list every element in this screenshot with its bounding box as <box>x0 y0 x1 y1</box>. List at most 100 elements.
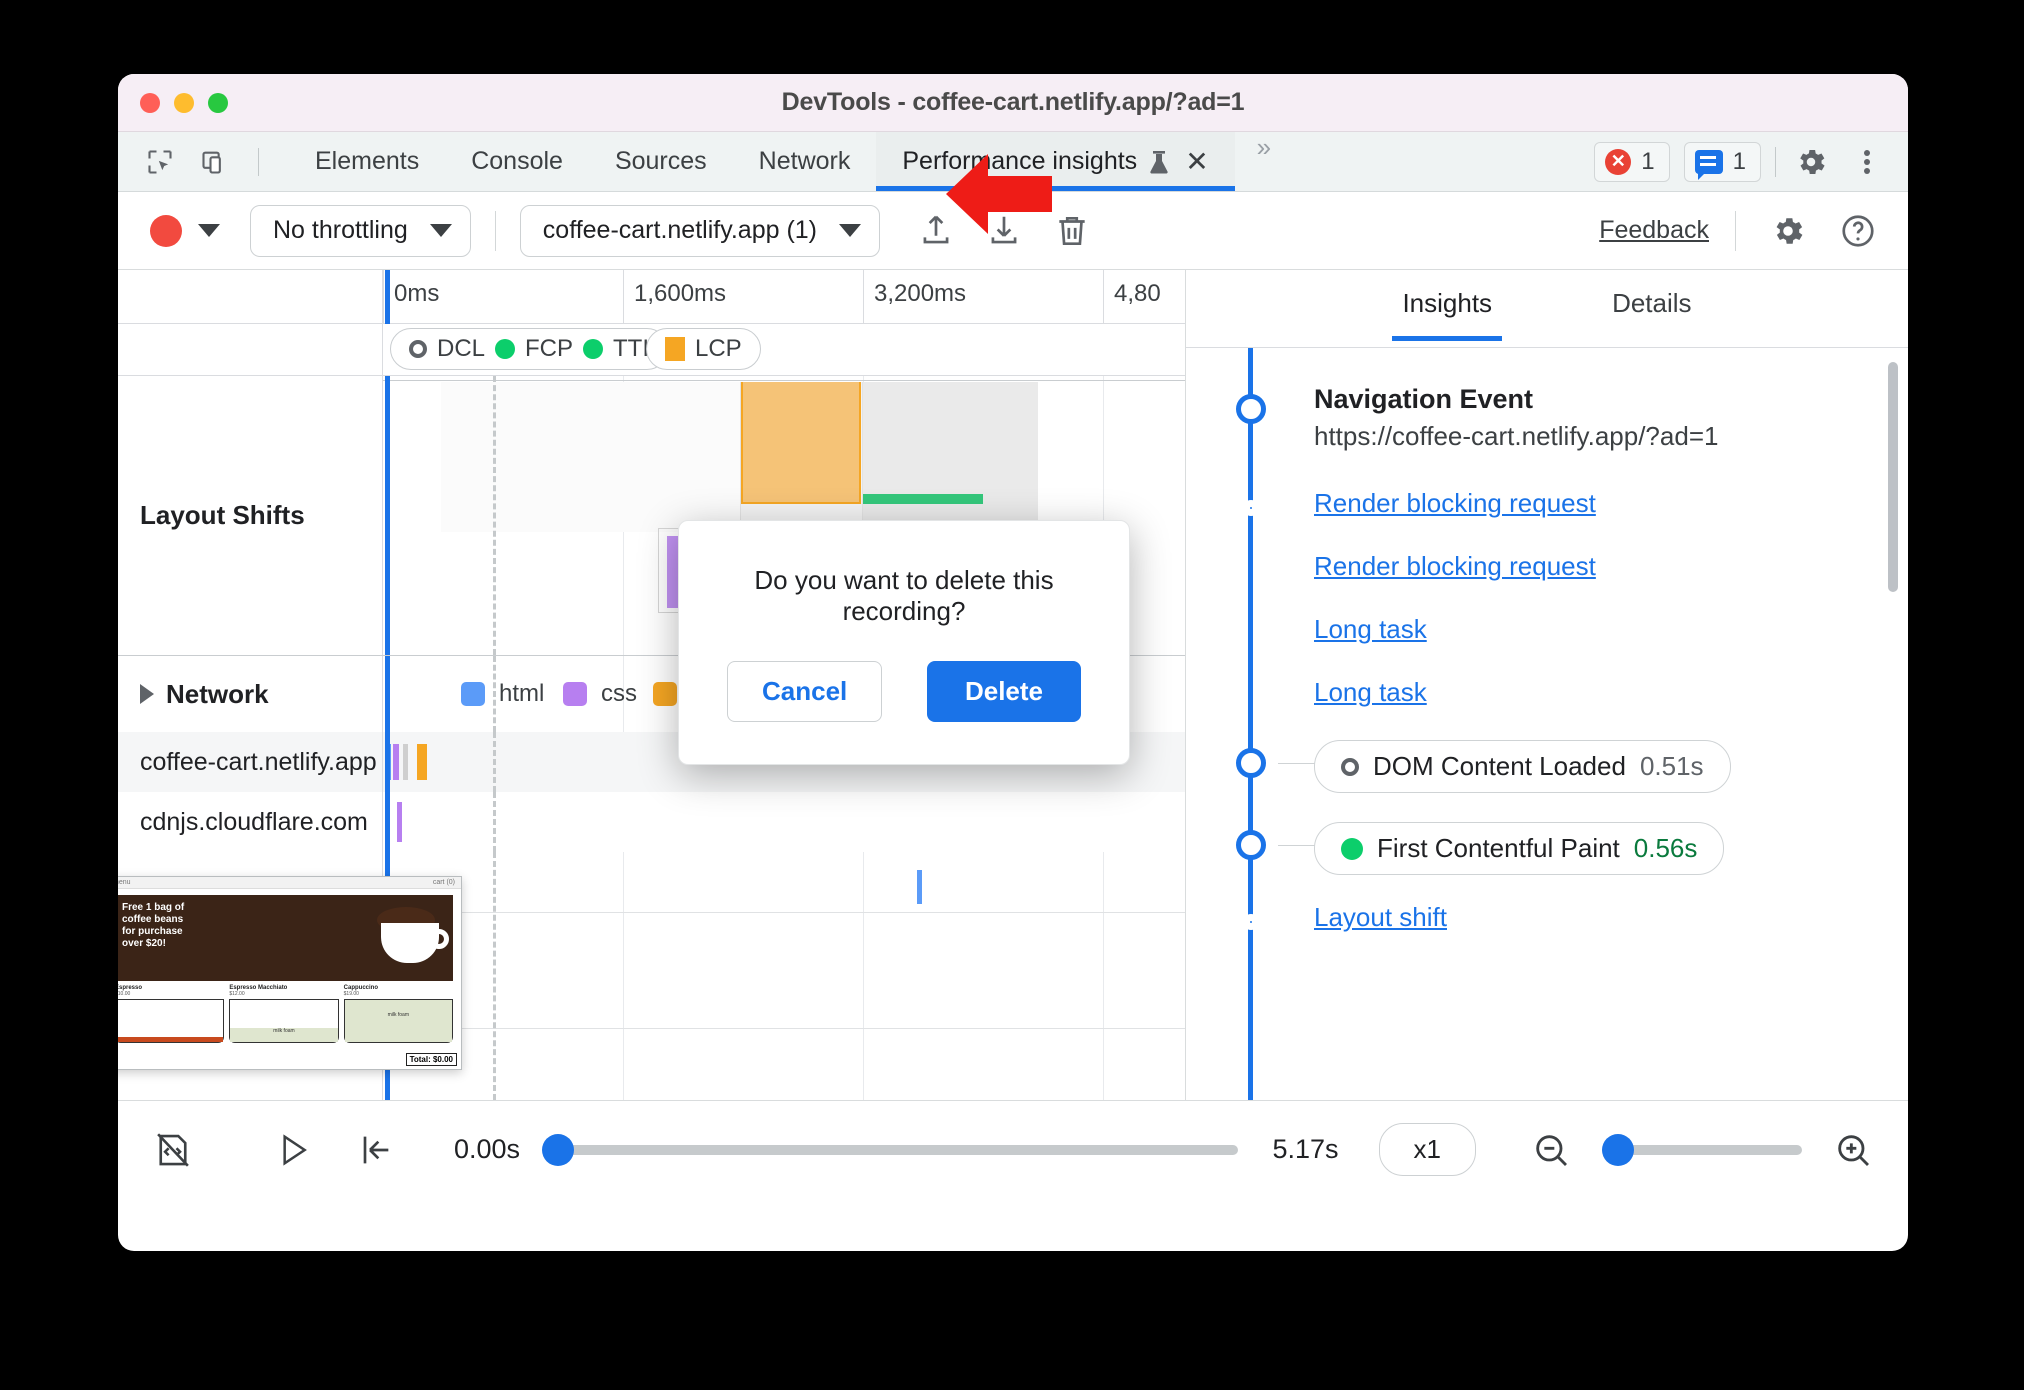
tab-elements[interactable]: Elements <box>289 132 445 191</box>
playhead-ruler[interactable] <box>385 270 390 324</box>
message-count-badge[interactable]: 1 <box>1683 141 1761 182</box>
legend-css-swatch <box>563 682 587 706</box>
record-button[interactable] <box>150 214 182 247</box>
throttling-select[interactable]: No throttling <box>250 204 471 257</box>
red-arrow-annotation <box>946 154 1052 234</box>
playback-slider[interactable] <box>542 1133 1239 1166</box>
feedback-link[interactable]: Feedback <box>1599 216 1709 245</box>
render-blocking-request-link-2[interactable]: Render blocking request <box>1314 551 1596 581</box>
kebab-menu-icon[interactable] <box>1846 141 1888 183</box>
insights-node-navigation[interactable] <box>1236 394 1266 424</box>
tab-sources[interactable]: Sources <box>589 132 733 191</box>
product-price-0: $10.00 <box>118 991 131 997</box>
insights-list[interactable]: Navigation Event https://coffee-cart.net… <box>1186 348 1908 1100</box>
help-icon[interactable] <box>1832 205 1884 257</box>
insights-node-render-blocking-1[interactable] <box>1243 500 1259 516</box>
long-task-link-1[interactable]: Long task <box>1314 614 1427 644</box>
legend-html-label: html <box>499 680 545 707</box>
tab-insights[interactable]: Insights <box>1392 288 1502 341</box>
promo-line-2: coffee beans <box>122 914 184 925</box>
tti-label: TTI <box>613 335 650 362</box>
hover-dashline-4 <box>493 792 496 852</box>
expand-triangle-icon[interactable] <box>140 684 154 704</box>
insights-node-dcl[interactable] <box>1236 748 1266 778</box>
tab-performance-insights[interactable]: Performance insights ✕ <box>876 132 1235 191</box>
thumbnail-header: menu cart (0) <box>118 877 461 889</box>
playhead-network[interactable] <box>385 656 390 732</box>
promo-line-1: Free 1 bag of <box>122 902 185 913</box>
first-contentful-paint-chip[interactable]: First Contentful Paint 0.56s <box>1314 822 1725 875</box>
gear-icon[interactable] <box>1790 141 1832 183</box>
insights-item-dcl[interactable]: DOM Content Loaded 0.51s <box>1314 740 1878 793</box>
error-count-badge[interactable]: ✕ 1 <box>1594 141 1670 182</box>
insights-node-fcp[interactable] <box>1236 830 1266 860</box>
list-item: Espresso $10.00 <box>118 985 225 1043</box>
insights-item-fcp[interactable]: First Contentful Paint 0.56s <box>1314 822 1878 875</box>
deactivate-breakpoints-icon[interactable] <box>144 1121 202 1179</box>
table-row[interactable]: coffee-cart.netlify.app <box>118 732 1185 792</box>
hover-dashline-5 <box>493 852 496 1100</box>
playback-speed-chip[interactable]: x1 <box>1378 1123 1476 1176</box>
tti-marker-icon <box>583 339 604 359</box>
zoom-slider[interactable] <box>1602 1133 1802 1166</box>
insights-item-long-task-1[interactable]: Long task <box>1314 614 1878 645</box>
dcl-label: DCL <box>437 335 486 362</box>
zoom-in-icon[interactable] <box>1824 1121 1882 1179</box>
tab-details[interactable]: Details <box>1612 288 1691 341</box>
legend-html-swatch <box>461 682 485 706</box>
dom-content-loaded-chip[interactable]: DOM Content Loaded 0.51s <box>1314 740 1731 793</box>
dcl-marker-icon <box>409 340 427 358</box>
more-tabs-icon[interactable]: » <box>1235 132 1290 191</box>
playhead-row-0 <box>385 732 390 792</box>
insights-item-render-blocking-1[interactable]: Render blocking request <box>1314 488 1878 519</box>
tabbar-left-icons <box>118 142 289 182</box>
insights-item-render-blocking-2[interactable]: Render blocking request <box>1314 551 1878 582</box>
chevron-down-icon <box>839 224 862 237</box>
insights-node-layout-shift[interactable] <box>1243 914 1259 930</box>
inspect-element-icon[interactable] <box>140 142 180 182</box>
jump-to-start-icon[interactable] <box>346 1121 404 1179</box>
long-task-link-2[interactable]: Long task <box>1314 677 1427 707</box>
toolbar-divider-1 <box>494 210 496 251</box>
toolbar-right-group: Feedback <box>1599 205 1884 257</box>
render-blocking-request-link-1[interactable]: Render blocking request <box>1314 488 1596 518</box>
insights-item-long-task-2[interactable]: Long task <box>1314 677 1878 708</box>
playback-slider-knob[interactable] <box>542 1133 575 1166</box>
product-cup-1: milk foam <box>229 999 339 1043</box>
recording-select[interactable]: coffee-cart.netlify.app (1) <box>519 204 881 257</box>
close-tab-icon[interactable]: ✕ <box>1185 147 1208 176</box>
timeline-ruler[interactable]: 0ms 1,600ms 3,200ms 4,80 <box>118 270 1185 324</box>
track-layout-shifts[interactable]: Layout Shifts <box>118 376 1185 656</box>
product-cup-0 <box>118 999 225 1043</box>
layout-shifts-canvas[interactable] <box>383 376 1185 655</box>
insights-item-layout-shift[interactable]: Layout shift <box>1314 902 1878 933</box>
playhead-layout-shifts[interactable] <box>385 376 390 655</box>
track-network-label-wrap[interactable]: Network <box>118 656 383 732</box>
filmstrip-thumbnail[interactable]: menu cart (0) Free 1 bag of coffee beans… <box>118 876 462 1070</box>
track-layout-shifts-label-wrap: Layout Shifts <box>118 376 383 655</box>
ruler-tick-label-1: 1,600ms <box>634 280 727 307</box>
tab-console[interactable]: Console <box>445 132 589 191</box>
thumbnail-promo-banner: Free 1 bag of coffee beans for purchase … <box>118 895 453 981</box>
extra-canvas <box>383 852 1185 1100</box>
table-row[interactable]: cdnjs.cloudflare.com <box>118 792 1185 852</box>
layout-shift-link[interactable]: Layout shift <box>1314 902 1447 932</box>
legend-html: html <box>461 680 544 708</box>
marker-group-lcp[interactable]: LCP <box>646 328 761 370</box>
track-network[interactable]: Network html css js <box>118 656 1185 732</box>
play-icon[interactable] <box>264 1121 322 1179</box>
insights-scrollbar[interactable] <box>1888 362 1898 592</box>
record-options-chevron-down-icon[interactable] <box>198 224 220 237</box>
settings-gear-icon[interactable] <box>1762 205 1814 257</box>
zoom-out-icon[interactable] <box>1522 1121 1580 1179</box>
product-overlay-1: milk foam <box>230 1028 338 1042</box>
device-toolbar-icon[interactable] <box>194 142 234 182</box>
tab-network[interactable]: Network <box>733 132 877 191</box>
track-network-label: Network <box>166 678 269 709</box>
tab-insights-label: Insights <box>1402 288 1493 318</box>
marker-group-dcl-fcp-tti[interactable]: DCL FCP TTI <box>390 328 669 370</box>
hover-dashline-1 <box>493 376 496 655</box>
insights-item-navigation[interactable]: Navigation Event https://coffee-cart.net… <box>1314 384 1878 452</box>
zoom-slider-knob[interactable] <box>1602 1133 1634 1166</box>
lcp-marker-icon <box>665 337 685 361</box>
